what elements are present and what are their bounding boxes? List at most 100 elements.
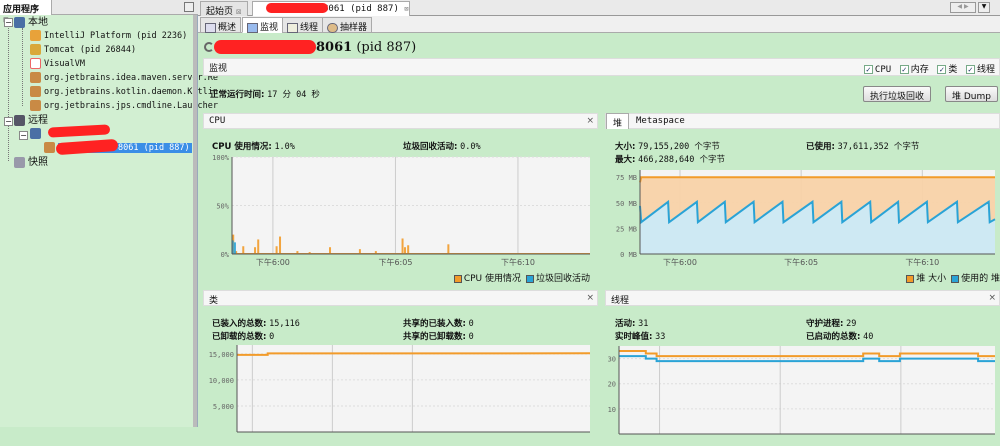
monitor-label: 监视 bbox=[209, 64, 228, 74]
y-tick-label: 50 MB bbox=[616, 200, 637, 208]
x-tick-label: 下午6:00 bbox=[663, 257, 697, 267]
tree-label: org.jetbrains.jps.cmdline.Launcher bbox=[44, 101, 218, 111]
expand-toggle-local[interactable]: − bbox=[4, 18, 13, 27]
tree-item-jps-launcher[interactable]: org.jetbrains.jps.cmdline.Launcher bbox=[30, 100, 218, 113]
perform-gc-button[interactable]: 执行垃圾回收 bbox=[863, 86, 932, 102]
tree-label: org.jetbrains.idea.maven.server.Re bbox=[44, 73, 218, 83]
tree-node-local[interactable]: 本地 bbox=[14, 16, 48, 29]
stat-label: 已装入的总数: bbox=[212, 319, 267, 329]
heap-used: 已使用: 37,611,352 个字节 bbox=[806, 140, 919, 152]
java-icon bbox=[30, 86, 41, 97]
tab-heap[interactable]: 堆 bbox=[606, 113, 630, 129]
stat-label: 共享的已卸载数: bbox=[403, 332, 466, 342]
tree-item-visualvm[interactable]: VisualVM bbox=[30, 58, 85, 71]
tree-label: 快照 bbox=[28, 157, 48, 168]
heap-size: 大小: 79,155,200 个字节 bbox=[615, 140, 720, 152]
cpu-usage: CPU 使用情况: 1.0% bbox=[212, 140, 295, 152]
tab-label: 抽样器 bbox=[340, 23, 368, 33]
cpu-bar bbox=[233, 242, 236, 254]
close-icon[interactable]: ⊠ bbox=[404, 5, 408, 13]
checkbox-icon: ✓ bbox=[937, 65, 947, 74]
stat-value: 0 bbox=[468, 332, 474, 342]
tab-scroll-arrows[interactable]: ◀ ▶ bbox=[950, 2, 976, 13]
tree-line bbox=[8, 26, 9, 161]
tab-overview[interactable]: 概述 bbox=[200, 17, 242, 33]
app-pid: (pid 887) bbox=[356, 40, 417, 55]
applications-panel-header: 应用程序 ⊠ bbox=[0, 0, 198, 24]
heap-max: 最大: 466,288,640 个字节 bbox=[615, 153, 725, 165]
tree-item-intellij[interactable]: IntelliJ Platform (pid 2236) bbox=[30, 30, 187, 43]
legend-swatch bbox=[525, 274, 534, 283]
y-tick-label: 5,000 bbox=[213, 403, 234, 411]
uptime: 正常运行时间: 17 分 04 秒 bbox=[210, 88, 320, 100]
tab-list-dropdown[interactable]: ▼ bbox=[978, 2, 990, 13]
tab-sampler[interactable]: 抽样器 bbox=[322, 17, 373, 33]
cpu-bar bbox=[279, 236, 282, 254]
close-icon[interactable]: × bbox=[586, 293, 594, 303]
tab-start-page[interactable]: 起始页 ⊠ bbox=[200, 1, 248, 17]
tree-label: org.jetbrains.kotlin.daemon.Kotlin bbox=[44, 87, 218, 97]
panel-title: CPU bbox=[209, 116, 226, 126]
stat-value: 0 bbox=[468, 319, 474, 329]
checkbox-icon: ✓ bbox=[965, 65, 975, 74]
remote-host-icon bbox=[14, 115, 25, 126]
tab-metaspace[interactable]: Metaspace bbox=[636, 116, 685, 126]
tree-node-remote[interactable]: 远程 bbox=[14, 114, 48, 127]
redaction-mark bbox=[214, 40, 316, 54]
cpu-bar bbox=[329, 247, 332, 254]
y-tick-label: 75 MB bbox=[616, 174, 637, 182]
cpu-bar bbox=[407, 245, 410, 254]
stat-label: 共享的已装入数: bbox=[403, 319, 466, 329]
tree-item-maven-server[interactable]: org.jetbrains.idea.maven.server.Re bbox=[30, 72, 218, 85]
close-icon[interactable]: ⊠ bbox=[236, 8, 242, 16]
checkbox-icon: ✓ bbox=[863, 65, 873, 74]
tab-monitor[interactable]: 监视 bbox=[242, 17, 284, 33]
y-tick-label: 50% bbox=[216, 203, 229, 211]
checkbox-classes[interactable]: ✓ 类 bbox=[937, 65, 957, 75]
x-tick-label: 下午6:10 bbox=[905, 257, 939, 267]
scrollbar[interactable] bbox=[193, 15, 197, 427]
heap-legend: 堆 大小 使用的 堆 bbox=[901, 271, 1000, 284]
stat-value: 0 bbox=[269, 332, 275, 342]
classes-unloaded: 已卸载的总数: 0 bbox=[212, 330, 274, 342]
legend-swatch bbox=[453, 274, 462, 283]
tree-node-snapshots[interactable]: 快照 bbox=[14, 156, 48, 169]
view-tabs: 概述 监视 线程 抽样器 bbox=[198, 16, 1000, 33]
uptime-label: 正常运行时间: bbox=[210, 90, 265, 100]
redaction-mark bbox=[47, 124, 111, 138]
stat-label: 实时峰值: bbox=[615, 332, 653, 342]
tree-item-tomcat[interactable]: Tomcat (pid 26844) bbox=[30, 44, 136, 57]
tomcat-icon bbox=[30, 44, 41, 55]
tree-node-remote-host[interactable] bbox=[30, 128, 44, 141]
java-icon bbox=[44, 142, 55, 153]
checkbox-label: 类 bbox=[948, 65, 958, 75]
expand-toggle-remote-host[interactable]: − bbox=[19, 131, 28, 140]
shared-loaded: 共享的已装入数: 0 bbox=[403, 317, 474, 329]
y-tick-label: 25 MB bbox=[616, 225, 637, 233]
checkbox-cpu[interactable]: ✓ CPU bbox=[863, 65, 891, 75]
minimize-icon[interactable] bbox=[184, 2, 194, 12]
stat-label: 活动: bbox=[615, 319, 636, 329]
stat-label: 大小: bbox=[615, 142, 636, 152]
loading-spinner-icon bbox=[204, 42, 214, 52]
app-name: 8061 bbox=[316, 40, 353, 55]
stat-value: 79,155,200 个字节 bbox=[638, 142, 720, 152]
close-icon[interactable]: × bbox=[586, 116, 594, 126]
tab-label: 概述 bbox=[218, 23, 237, 33]
heap-dump-button[interactable]: 堆 Dump bbox=[945, 86, 998, 102]
close-icon[interactable]: × bbox=[988, 293, 996, 303]
legend-label: 堆 大小 bbox=[916, 274, 947, 284]
checkbox-memory[interactable]: ✓ 内存 bbox=[899, 65, 929, 75]
applications-tab[interactable]: 应用程序 ⊠ bbox=[0, 0, 52, 24]
tree-item-kotlin-daemon[interactable]: org.jetbrains.kotlin.daemon.Kotlin bbox=[30, 86, 218, 99]
expand-toggle-remote[interactable]: − bbox=[4, 117, 13, 126]
stat-value: 29 bbox=[846, 319, 857, 329]
intellij-icon bbox=[30, 30, 41, 41]
stat-label: 已启动的总数: bbox=[806, 332, 861, 342]
page-title: 8061 (pid 887) bbox=[316, 40, 416, 55]
tab-threads[interactable]: 线程 bbox=[282, 17, 324, 33]
checkbox-threads[interactable]: ✓ 线程 bbox=[965, 65, 995, 75]
panel-title: 线程 bbox=[611, 296, 630, 306]
tree-label: IntelliJ Platform (pid 2236) bbox=[44, 31, 188, 41]
cpu-panel-header: CPU × bbox=[203, 113, 598, 129]
